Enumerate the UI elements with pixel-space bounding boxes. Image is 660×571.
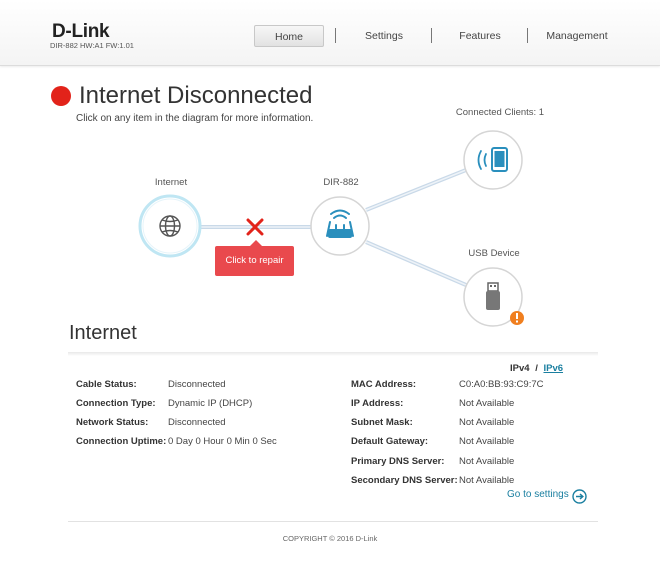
default-gateway-label: Default Gateway: <box>351 436 429 447</box>
router-node[interactable] <box>310 196 370 256</box>
mac-address-value: C0:A0:BB:93:C9:7C <box>459 379 544 390</box>
warning-badge-icon <box>510 311 524 325</box>
ip-address-label: IP Address: <box>351 398 404 409</box>
network-status-label: Network Status: <box>76 417 149 428</box>
usb-device-node[interactable] <box>463 267 524 327</box>
mac-address-label: MAC Address: <box>351 379 417 390</box>
internet-label: Internet <box>154 177 188 188</box>
ip-address-value: Not Available <box>459 398 515 409</box>
ip-version-switch: IPv4 / IPv6 <box>510 363 563 374</box>
connected-clients-label: Connected Clients: 1 <box>455 107 545 118</box>
arrow-right-circle-icon[interactable] <box>572 489 587 504</box>
subnet-mask-value: Not Available <box>459 417 515 428</box>
default-gateway-value: Not Available <box>459 436 515 447</box>
cable-status-value: Disconnected <box>168 379 226 390</box>
click-to-repair-button[interactable]: Click to repair <box>215 240 294 276</box>
connection-type-label: Connection Type: <box>76 398 156 409</box>
go-to-settings-link[interactable]: Go to settings <box>507 489 569 500</box>
primary-dns-label: Primary DNS Server: <box>351 456 445 467</box>
ip-version-separator: / <box>535 363 538 374</box>
ipv6-link[interactable]: IPv6 <box>543 363 563 374</box>
footer-divider <box>68 521 598 522</box>
usb-device-label: USB Device <box>468 248 520 259</box>
copyright-footer: COPYRIGHT © 2016 D-Link <box>282 534 378 543</box>
secondary-dns-label: Secondary DNS Server: <box>351 475 458 486</box>
connection-uptime-label: Connection Uptime: <box>76 436 167 447</box>
network-diagram <box>138 130 524 327</box>
secondary-dns-value: Not Available <box>459 475 515 486</box>
router-label: DIR-882 <box>323 177 359 188</box>
ipv4-tab[interactable]: IPv4 <box>510 363 530 374</box>
cable-status-label: Cable Status: <box>76 379 137 390</box>
network-status-value: Disconnected <box>168 417 226 428</box>
internet-node[interactable] <box>138 194 202 258</box>
usb-drive-icon <box>486 282 500 310</box>
primary-dns-value: Not Available <box>459 456 515 467</box>
internet-section-title: Internet <box>69 322 137 344</box>
section-divider <box>68 352 598 356</box>
connection-type-value: Dynamic IP (DHCP) <box>168 398 253 409</box>
connection-uptime-value: 0 Day 0 Hour 0 Min 0 Sec <box>168 436 277 447</box>
subnet-mask-label: Subnet Mask: <box>351 417 413 428</box>
connected-client-node[interactable] <box>463 130 523 190</box>
